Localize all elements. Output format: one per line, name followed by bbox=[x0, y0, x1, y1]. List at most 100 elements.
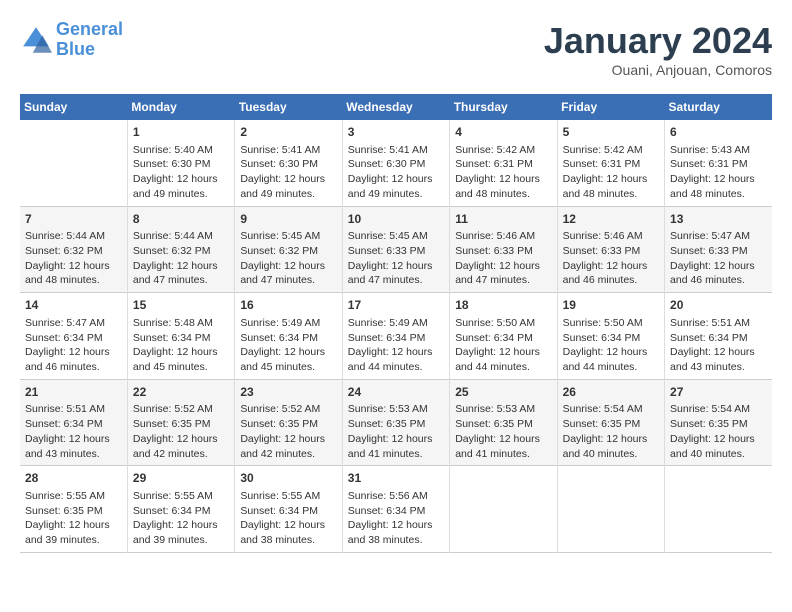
day-info: Sunset: 6:32 PM bbox=[25, 244, 122, 259]
day-info: Daylight: 12 hours bbox=[670, 259, 767, 274]
day-info: and 48 minutes. bbox=[455, 187, 551, 202]
logo-text: General Blue bbox=[56, 20, 123, 60]
day-info: Sunset: 6:35 PM bbox=[670, 417, 767, 432]
day-header-monday: Monday bbox=[127, 94, 234, 120]
day-info: Daylight: 12 hours bbox=[563, 172, 659, 187]
calendar-table: SundayMondayTuesdayWednesdayThursdayFrid… bbox=[20, 94, 772, 553]
day-info: and 44 minutes. bbox=[455, 360, 551, 375]
day-info: Daylight: 12 hours bbox=[455, 259, 551, 274]
title-block: January 2024 Ouani, Anjouan, Comoros bbox=[544, 20, 772, 78]
day-info: Daylight: 12 hours bbox=[348, 518, 444, 533]
logo-line2: Blue bbox=[56, 39, 95, 59]
day-info: Sunset: 6:30 PM bbox=[133, 157, 229, 172]
day-info: Sunset: 6:34 PM bbox=[563, 331, 659, 346]
day-info: Sunset: 6:34 PM bbox=[348, 331, 444, 346]
day-info: Daylight: 12 hours bbox=[25, 432, 122, 447]
day-info: and 49 minutes. bbox=[240, 187, 336, 202]
day-info: and 43 minutes. bbox=[25, 447, 122, 462]
month-title: January 2024 bbox=[544, 20, 772, 62]
calendar-cell: 25Sunrise: 5:53 AMSunset: 6:35 PMDayligh… bbox=[450, 379, 557, 466]
day-number: 7 bbox=[25, 211, 122, 228]
calendar-cell: 27Sunrise: 5:54 AMSunset: 6:35 PMDayligh… bbox=[665, 379, 772, 466]
calendar-cell: 7Sunrise: 5:44 AMSunset: 6:32 PMDaylight… bbox=[20, 206, 127, 293]
calendar-cell: 12Sunrise: 5:46 AMSunset: 6:33 PMDayligh… bbox=[557, 206, 664, 293]
day-info: Sunset: 6:33 PM bbox=[455, 244, 551, 259]
day-header-thursday: Thursday bbox=[450, 94, 557, 120]
day-info: Sunset: 6:31 PM bbox=[455, 157, 551, 172]
day-info: Daylight: 12 hours bbox=[133, 432, 229, 447]
calendar-cell: 6Sunrise: 5:43 AMSunset: 6:31 PMDaylight… bbox=[665, 120, 772, 206]
day-number: 11 bbox=[455, 211, 551, 228]
calendar-cell: 9Sunrise: 5:45 AMSunset: 6:32 PMDaylight… bbox=[235, 206, 342, 293]
calendar-cell: 8Sunrise: 5:44 AMSunset: 6:32 PMDaylight… bbox=[127, 206, 234, 293]
day-number: 20 bbox=[670, 297, 767, 314]
day-header-sunday: Sunday bbox=[20, 94, 127, 120]
day-info: Sunset: 6:34 PM bbox=[348, 504, 444, 519]
location-subtitle: Ouani, Anjouan, Comoros bbox=[544, 62, 772, 78]
day-info: and 46 minutes. bbox=[563, 273, 659, 288]
day-info: Sunrise: 5:55 AM bbox=[240, 489, 336, 504]
day-info: Daylight: 12 hours bbox=[25, 345, 122, 360]
calendar-week-row: 7Sunrise: 5:44 AMSunset: 6:32 PMDaylight… bbox=[20, 206, 772, 293]
day-info: Daylight: 12 hours bbox=[133, 172, 229, 187]
day-info: Daylight: 12 hours bbox=[348, 172, 444, 187]
calendar-cell: 5Sunrise: 5:42 AMSunset: 6:31 PMDaylight… bbox=[557, 120, 664, 206]
day-info: Sunset: 6:35 PM bbox=[25, 504, 122, 519]
day-number: 4 bbox=[455, 124, 551, 141]
day-number: 10 bbox=[348, 211, 444, 228]
day-info: Sunrise: 5:51 AM bbox=[25, 402, 122, 417]
day-info: and 45 minutes. bbox=[240, 360, 336, 375]
day-info: Daylight: 12 hours bbox=[240, 518, 336, 533]
day-number: 29 bbox=[133, 470, 229, 487]
day-info: Daylight: 12 hours bbox=[670, 172, 767, 187]
day-info: and 46 minutes. bbox=[25, 360, 122, 375]
calendar-week-row: 28Sunrise: 5:55 AMSunset: 6:35 PMDayligh… bbox=[20, 466, 772, 553]
calendar-cell bbox=[20, 120, 127, 206]
day-info: Sunset: 6:35 PM bbox=[455, 417, 551, 432]
calendar-cell: 2Sunrise: 5:41 AMSunset: 6:30 PMDaylight… bbox=[235, 120, 342, 206]
day-info: Sunset: 6:34 PM bbox=[25, 331, 122, 346]
day-info: Sunrise: 5:40 AM bbox=[133, 143, 229, 158]
day-number: 13 bbox=[670, 211, 767, 228]
calendar-cell: 10Sunrise: 5:45 AMSunset: 6:33 PMDayligh… bbox=[342, 206, 449, 293]
day-info: Daylight: 12 hours bbox=[133, 345, 229, 360]
day-number: 14 bbox=[25, 297, 122, 314]
day-info: and 49 minutes. bbox=[133, 187, 229, 202]
day-info: Sunrise: 5:49 AM bbox=[348, 316, 444, 331]
calendar-cell: 29Sunrise: 5:55 AMSunset: 6:34 PMDayligh… bbox=[127, 466, 234, 553]
logo-line1: General bbox=[56, 19, 123, 39]
day-info: Sunrise: 5:42 AM bbox=[455, 143, 551, 158]
day-header-wednesday: Wednesday bbox=[342, 94, 449, 120]
day-number: 1 bbox=[133, 124, 229, 141]
calendar-week-row: 21Sunrise: 5:51 AMSunset: 6:34 PMDayligh… bbox=[20, 379, 772, 466]
day-info: Sunset: 6:31 PM bbox=[563, 157, 659, 172]
day-info: Sunset: 6:34 PM bbox=[25, 417, 122, 432]
day-info: Sunrise: 5:49 AM bbox=[240, 316, 336, 331]
calendar-cell: 30Sunrise: 5:55 AMSunset: 6:34 PMDayligh… bbox=[235, 466, 342, 553]
page-header: General Blue January 2024 Ouani, Anjouan… bbox=[20, 20, 772, 78]
day-info: and 47 minutes. bbox=[348, 273, 444, 288]
day-info: Daylight: 12 hours bbox=[348, 432, 444, 447]
day-info: Sunset: 6:34 PM bbox=[240, 504, 336, 519]
day-info: Daylight: 12 hours bbox=[240, 172, 336, 187]
day-info: Daylight: 12 hours bbox=[133, 518, 229, 533]
calendar-cell: 21Sunrise: 5:51 AMSunset: 6:34 PMDayligh… bbox=[20, 379, 127, 466]
calendar-cell: 22Sunrise: 5:52 AMSunset: 6:35 PMDayligh… bbox=[127, 379, 234, 466]
day-info: Daylight: 12 hours bbox=[25, 518, 122, 533]
calendar-cell: 19Sunrise: 5:50 AMSunset: 6:34 PMDayligh… bbox=[557, 293, 664, 380]
day-number: 26 bbox=[563, 384, 659, 401]
day-info: Sunrise: 5:41 AM bbox=[240, 143, 336, 158]
day-info: Daylight: 12 hours bbox=[348, 259, 444, 274]
calendar-cell: 17Sunrise: 5:49 AMSunset: 6:34 PMDayligh… bbox=[342, 293, 449, 380]
day-number: 15 bbox=[133, 297, 229, 314]
day-info: Sunset: 6:35 PM bbox=[563, 417, 659, 432]
calendar-cell: 23Sunrise: 5:52 AMSunset: 6:35 PMDayligh… bbox=[235, 379, 342, 466]
day-info: Daylight: 12 hours bbox=[563, 432, 659, 447]
day-info: Daylight: 12 hours bbox=[563, 259, 659, 274]
day-info: Daylight: 12 hours bbox=[240, 345, 336, 360]
calendar-cell: 18Sunrise: 5:50 AMSunset: 6:34 PMDayligh… bbox=[450, 293, 557, 380]
day-info: Sunrise: 5:47 AM bbox=[25, 316, 122, 331]
day-info: Daylight: 12 hours bbox=[455, 345, 551, 360]
day-number: 3 bbox=[348, 124, 444, 141]
day-info: and 38 minutes. bbox=[348, 533, 444, 548]
